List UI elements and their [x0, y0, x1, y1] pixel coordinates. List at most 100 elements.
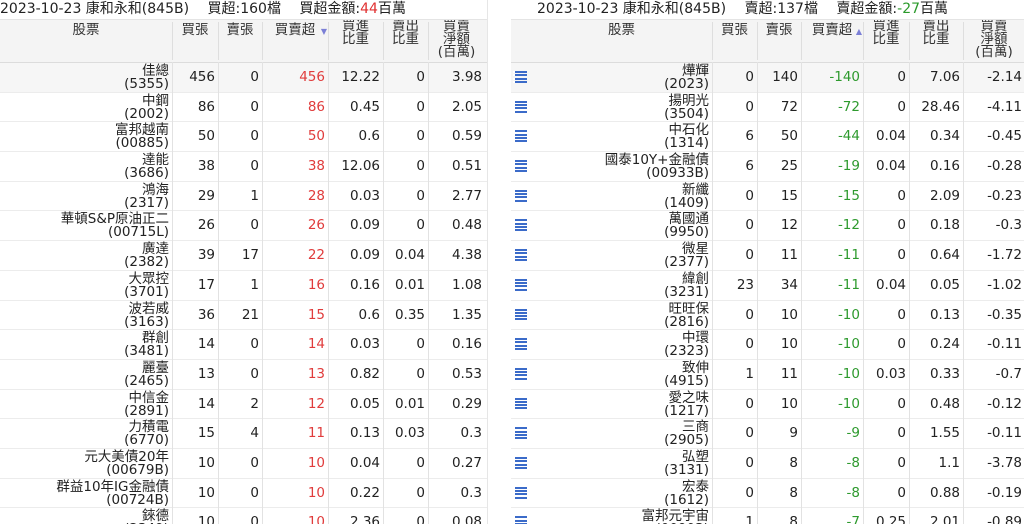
- table-row[interactable]: 中環 (2323) 0 10 -10 0 0.24 -0.11: [511, 330, 1024, 360]
- table-row[interactable]: 揚明光 (3504) 0 72 -72 0 28.46 -4.11: [511, 93, 1024, 123]
- table-row[interactable]: 錸德(2349) 10 0 10 2.36 0 0.08: [0, 508, 487, 524]
- stock-cell[interactable]: 弘塑 (3131): [531, 449, 709, 480]
- stock-cell[interactable]: 中環 (2323): [531, 330, 709, 361]
- table-row[interactable]: 群創 (3481) 14 0 14 0.03 0 0.16: [0, 330, 487, 360]
- header-divider: [712, 22, 713, 60]
- cell-sp: 2.09: [929, 187, 960, 204]
- list-icon[interactable]: [513, 456, 527, 469]
- header-stock[interactable]: 股票: [531, 20, 712, 62]
- list-icon[interactable]: [513, 516, 527, 524]
- header-sell[interactable]: 賣張: [218, 20, 262, 62]
- table-row[interactable]: 宏泰 (1612) 0 8 -8 0 0.88 -0.19: [511, 479, 1024, 509]
- stock-cell[interactable]: 緯創 (3231): [531, 271, 709, 302]
- table-row[interactable]: 微星 (2377) 0 11 -11 0 0.64 -1.72: [511, 241, 1024, 271]
- header-buy[interactable]: 買張: [172, 20, 218, 62]
- table-row[interactable]: 致伸 (4915) 1 11 -10 0.03 0.33 -0.7: [511, 360, 1024, 390]
- list-icon[interactable]: [513, 278, 527, 291]
- header-bpct[interactable]: 買進 比重: [328, 20, 383, 62]
- stock-cell[interactable]: 達能 (3686): [0, 152, 169, 183]
- list-icon[interactable]: [513, 486, 527, 499]
- list-icon[interactable]: [513, 308, 527, 321]
- table-row[interactable]: 達能 (3686) 38 0 38 12.06 0 0.51: [0, 152, 487, 182]
- table-row[interactable]: 波若威 (3163) 36 21 15 0.6 0.35 1.35: [0, 301, 487, 331]
- list-icon[interactable]: [513, 130, 527, 143]
- header-net[interactable]: 買賣超 ▲: [801, 20, 863, 62]
- table-row[interactable]: 三商 (2905) 0 9 -9 0 1.55 -0.11: [511, 419, 1024, 449]
- table-row[interactable]: 中石化 (1314) 6 50 -44 0.04 0.34 -0.45: [511, 122, 1024, 153]
- stock-cell[interactable]: 鴻海 (2317): [0, 182, 169, 213]
- list-icon[interactable]: [513, 71, 527, 83]
- stock-cell[interactable]: 廣達 (2382): [0, 241, 169, 272]
- table-row[interactable]: 鴻海 (2317) 29 1 28 0.03 0 2.77: [0, 182, 487, 212]
- header-bpct[interactable]: 買進 比重: [863, 20, 909, 62]
- stock-cell[interactable]: 新纖 (1409): [531, 182, 709, 213]
- list-icon[interactable]: [513, 160, 527, 172]
- stock-cell[interactable]: 微星 (2377): [531, 241, 709, 272]
- table-row[interactable]: 富邦元宇宙(00903) 1 8 -7 0.25 2.01 -0.89: [511, 508, 1024, 524]
- stock-cell[interactable]: 錸德(2349): [0, 508, 169, 524]
- stock-cell[interactable]: 富邦元宇宙(00903): [531, 508, 710, 524]
- header-net[interactable]: 買賣超 ▼: [262, 20, 328, 62]
- stock-cell[interactable]: 燁輝 (2023): [531, 63, 709, 94]
- header-namt[interactable]: 買賣 淨額 (百萬): [963, 20, 1024, 62]
- header-stock[interactable]: 股票: [0, 20, 172, 62]
- stock-cell[interactable]: 愛之味 (1217): [531, 390, 709, 421]
- header-label: 賣張: [226, 22, 254, 38]
- list-icon[interactable]: [513, 367, 527, 380]
- table-row[interactable]: 群益10年IG金融債 (00724B) 10 0 10 0.22 0 0.3: [0, 479, 487, 509]
- table-row[interactable]: 麗臺 (2465) 13 0 13 0.82 0 0.53: [0, 360, 487, 390]
- header-spct[interactable]: 賣出 比重: [383, 20, 428, 62]
- stock-cell[interactable]: 元大美債20年 (00679B): [0, 449, 169, 480]
- table-row[interactable]: 國泰10Y+金融債 (00933B) 6 25 -19 0.04 0.16 -0.28: [511, 152, 1024, 182]
- header-sell[interactable]: 賣張: [757, 20, 801, 62]
- stock-cell[interactable]: 中石化 (1314): [531, 122, 709, 153]
- table-row[interactable]: 旺旺保 (2816) 0 10 -10 0 0.13 -0.35: [511, 301, 1024, 331]
- stock-cell[interactable]: 中信金 (2891): [0, 390, 169, 421]
- stock-cell[interactable]: 富邦越南 (00885): [0, 122, 169, 153]
- stock-cell[interactable]: 三商 (2905): [531, 419, 709, 450]
- list-icon[interactable]: [513, 219, 527, 232]
- stock-cell[interactable]: 力積電 (6770): [0, 419, 169, 450]
- table-row[interactable]: 大眾控 (3701) 17 1 16 0.16 0.01 1.08: [0, 271, 487, 301]
- list-icon[interactable]: [513, 427, 527, 440]
- table-row[interactable]: 佳總 (5355) 456 0 456 12.22 0 3.98: [0, 63, 487, 93]
- stock-cell[interactable]: 萬國通 (9950): [531, 211, 709, 242]
- list-icon[interactable]: [513, 189, 527, 202]
- header-spct[interactable]: 賣出 比重: [909, 20, 963, 62]
- stock-cell[interactable]: 佳總 (5355): [0, 63, 169, 94]
- table-row[interactable]: 富邦越南 (00885) 50 0 50 0.6 0 0.59: [0, 122, 487, 153]
- stock-cell[interactable]: 中鋼 (2002): [0, 93, 169, 124]
- table-row[interactable]: 愛之味 (1217) 0 10 -10 0 0.48 -0.12: [511, 390, 1024, 420]
- cell-net: 14: [307, 336, 325, 353]
- table-row[interactable]: 萬國通 (9950) 0 12 -12 0 0.18 -0.3: [511, 211, 1024, 242]
- stock-cell[interactable]: 致伸 (4915): [531, 360, 709, 391]
- stock-cell[interactable]: 宏泰 (1612): [531, 479, 709, 510]
- list-icon[interactable]: [513, 100, 527, 113]
- column-divider: [383, 62, 384, 524]
- table-row[interactable]: 新纖 (1409) 0 15 -15 0 2.09 -0.23: [511, 182, 1024, 212]
- stock-cell[interactable]: 波若威 (3163): [0, 301, 169, 332]
- table-row[interactable]: 中鋼 (2002) 86 0 86 0.45 0 2.05: [0, 93, 487, 123]
- stock-cell[interactable]: 華頓S&P原油正二 (00715L): [0, 211, 169, 242]
- header-label: 比重: [872, 31, 900, 47]
- table-row[interactable]: 廣達 (2382) 39 17 22 0.09 0.04 4.38: [0, 241, 487, 271]
- header-namt[interactable]: 買賣 淨額 (百萬): [428, 20, 485, 62]
- stock-cell[interactable]: 國泰10Y+金融債 (00933B): [531, 152, 709, 183]
- header-buy[interactable]: 買張: [712, 20, 757, 62]
- table-row[interactable]: 燁輝 (2023) 0 140 -140 0 7.06 -2.14: [511, 63, 1024, 93]
- table-row[interactable]: 弘塑 (3131) 0 8 -8 0 1.1 -3.78: [511, 449, 1024, 479]
- stock-cell[interactable]: 群創 (3481): [0, 330, 169, 361]
- table-row[interactable]: 力積電 (6770) 15 4 11 0.13 0.03 0.3: [0, 419, 487, 449]
- table-row[interactable]: 華頓S&P原油正二 (00715L) 26 0 26 0.09 0 0.48: [0, 211, 487, 242]
- stock-cell[interactable]: 群益10年IG金融債 (00724B): [0, 479, 169, 510]
- stock-cell[interactable]: 旺旺保 (2816): [531, 301, 709, 332]
- table-row[interactable]: 中信金 (2891) 14 2 12 0.05 0.01 0.29: [0, 390, 487, 420]
- table-row[interactable]: 緯創 (3231) 23 34 -11 0.04 0.05 -1.02: [511, 271, 1024, 301]
- list-icon[interactable]: [513, 397, 527, 410]
- stock-cell[interactable]: 麗臺 (2465): [0, 360, 169, 391]
- list-icon[interactable]: [513, 338, 527, 351]
- stock-cell[interactable]: 揚明光 (3504): [531, 93, 709, 124]
- table-row[interactable]: 元大美債20年 (00679B) 10 0 10 0.04 0 0.27: [0, 449, 487, 479]
- list-icon[interactable]: [513, 249, 527, 262]
- stock-cell[interactable]: 大眾控 (3701): [0, 271, 169, 302]
